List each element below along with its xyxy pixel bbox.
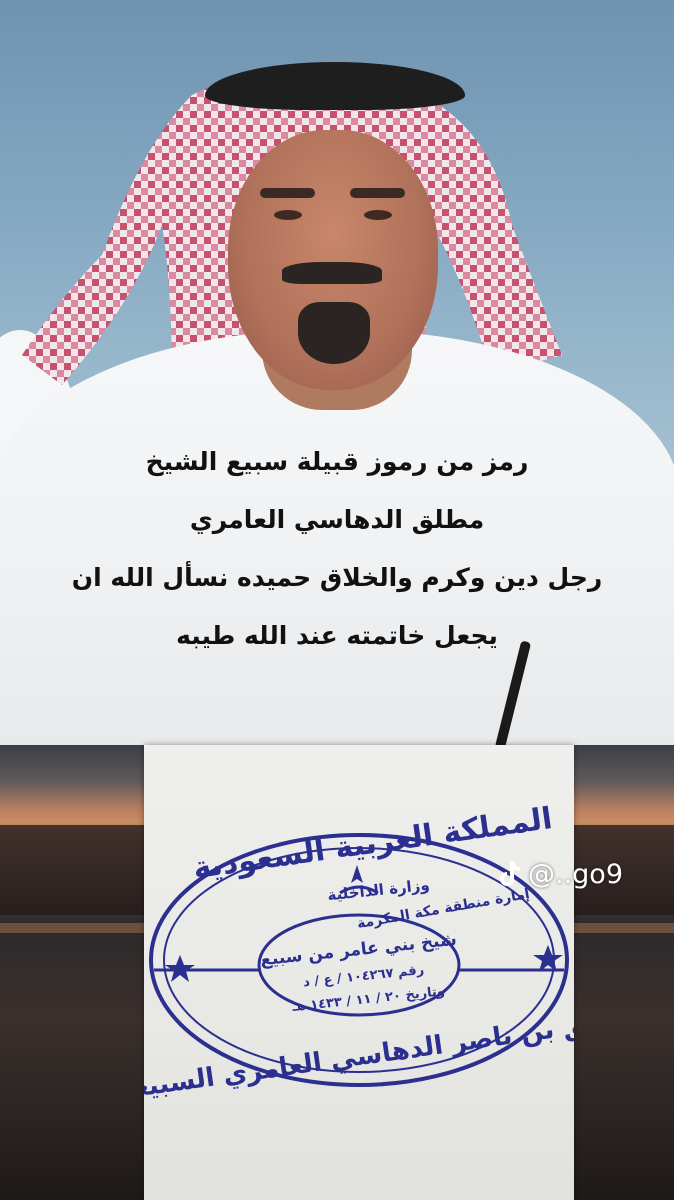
caption-line-2: مطلق الدهاسي العامري bbox=[189, 505, 485, 534]
tiktok-watermark: @..go9 bbox=[496, 856, 623, 892]
eyes bbox=[258, 188, 408, 220]
caption-line-1: رمز من رموز قبيلة سبيع الشيخ bbox=[145, 447, 529, 476]
tiktok-handle: @..go9 bbox=[528, 858, 624, 890]
mustache bbox=[282, 262, 382, 284]
portrait-photo: رمز من رموز قبيلة سبيع الشيخ مطلق الدهاس… bbox=[0, 0, 674, 745]
caption-line-4: يجعل خاتمته عند الله طيبه bbox=[176, 621, 498, 650]
beard bbox=[298, 302, 370, 364]
tiktok-icon bbox=[500, 861, 520, 886]
stamp-number: رقم ١٠٤٢٦٧ / ع / د bbox=[302, 963, 424, 991]
caption-line-3: رجل دين وكرم والخلاق حميده نسأل الله ان bbox=[71, 563, 603, 592]
caption-text: رمز من رموز قبيلة سبيع الشيخ مطلق الدهاس… bbox=[0, 433, 674, 665]
stamp-outer-bottom: مطلق بن ناصر الدهاسي العامري السبيعي bbox=[144, 1003, 574, 1107]
stamp-center: شيخ بني عامر من سبيع bbox=[259, 930, 457, 971]
official-seal: المملكة العربية السعودية وزارة الداخلية … bbox=[144, 801, 574, 1107]
stamp-ministry: وزارة الداخلية bbox=[327, 876, 431, 905]
